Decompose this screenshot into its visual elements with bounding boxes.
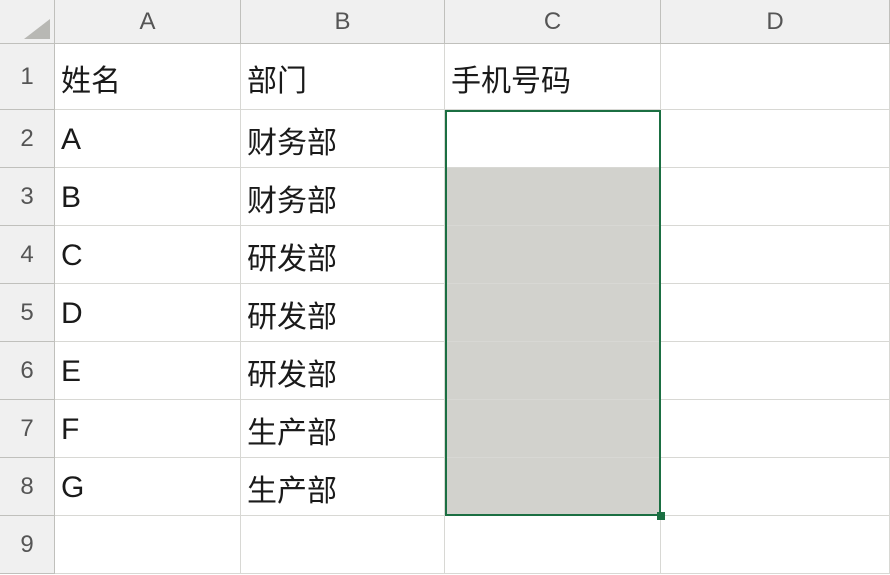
cell-D2[interactable] [661, 110, 890, 168]
cell-A2[interactable]: A [55, 110, 241, 168]
row-header-7[interactable]: 7 [0, 400, 55, 458]
col-header-B[interactable]: B [241, 0, 445, 44]
cell-C1[interactable]: 手机号码 [445, 44, 661, 110]
cell-B7[interactable]: 生产部 [241, 400, 445, 458]
cell-C5[interactable] [445, 284, 661, 342]
cell-C6[interactable] [445, 342, 661, 400]
col-header-A[interactable]: A [55, 0, 241, 44]
cell-C8[interactable] [445, 458, 661, 516]
cell-A6[interactable]: E [55, 342, 241, 400]
row-header-8[interactable]: 8 [0, 458, 55, 516]
cell-C4[interactable] [445, 226, 661, 284]
col-header-C[interactable]: C [445, 0, 661, 44]
row-header-3[interactable]: 3 [0, 168, 55, 226]
spreadsheet-grid[interactable]: A B C D 1 姓名 部门 手机号码 2 A 财务部 3 B 财务部 4 C… [0, 0, 890, 574]
cell-A5[interactable]: D [55, 284, 241, 342]
cell-D5[interactable] [661, 284, 890, 342]
cell-A3[interactable]: B [55, 168, 241, 226]
cell-D1[interactable] [661, 44, 890, 110]
cell-B5[interactable]: 研发部 [241, 284, 445, 342]
select-all-corner[interactable] [0, 0, 55, 44]
cell-B3[interactable]: 财务部 [241, 168, 445, 226]
cell-B8[interactable]: 生产部 [241, 458, 445, 516]
cell-C2[interactable] [445, 110, 661, 168]
cell-C9[interactable] [445, 516, 661, 574]
row-header-9[interactable]: 9 [0, 516, 55, 574]
cell-A7[interactable]: F [55, 400, 241, 458]
row-header-5[interactable]: 5 [0, 284, 55, 342]
cell-D7[interactable] [661, 400, 890, 458]
cell-B9[interactable] [241, 516, 445, 574]
cell-A1[interactable]: 姓名 [55, 44, 241, 110]
col-header-D[interactable]: D [661, 0, 890, 44]
cell-A9[interactable] [55, 516, 241, 574]
cell-B2[interactable]: 财务部 [241, 110, 445, 168]
cell-D8[interactable] [661, 458, 890, 516]
row-header-1[interactable]: 1 [0, 44, 55, 110]
cell-C7[interactable] [445, 400, 661, 458]
cell-C3[interactable] [445, 168, 661, 226]
cell-B6[interactable]: 研发部 [241, 342, 445, 400]
row-header-6[interactable]: 6 [0, 342, 55, 400]
cell-A4[interactable]: C [55, 226, 241, 284]
row-header-4[interactable]: 4 [0, 226, 55, 284]
cell-D4[interactable] [661, 226, 890, 284]
cell-B1[interactable]: 部门 [241, 44, 445, 110]
cell-B4[interactable]: 研发部 [241, 226, 445, 284]
cell-D6[interactable] [661, 342, 890, 400]
row-header-2[interactable]: 2 [0, 110, 55, 168]
cell-A8[interactable]: G [55, 458, 241, 516]
cell-D3[interactable] [661, 168, 890, 226]
cell-D9[interactable] [661, 516, 890, 574]
